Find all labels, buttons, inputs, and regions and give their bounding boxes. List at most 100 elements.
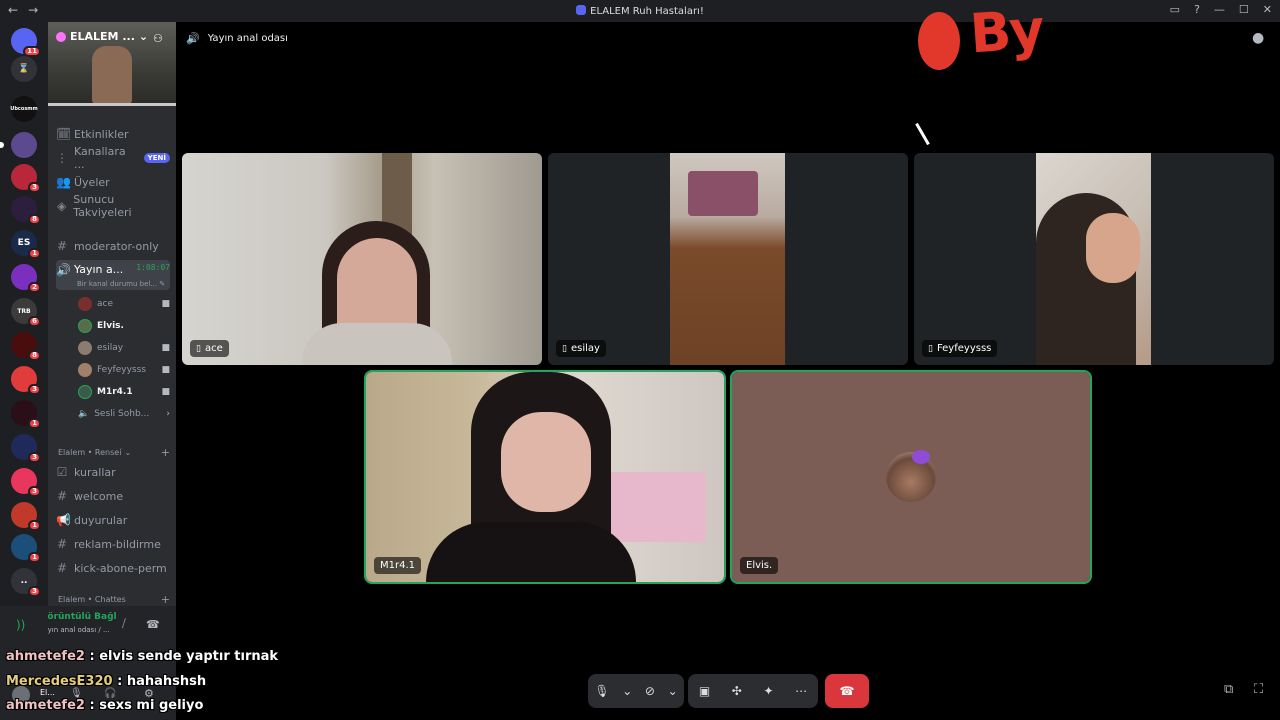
soundboard-icon[interactable]: ✦ <box>763 684 773 698</box>
channel-label: kick-abone-perm <box>74 561 167 575</box>
channel-kick-abone-perm[interactable]: # kick-abone-perm <box>56 558 170 578</box>
activity-control-group: ▣ ✣ ✦ ⋯ <box>688 674 818 708</box>
server-badge: 3 <box>28 452 41 463</box>
server-label: ⌛ <box>18 64 30 74</box>
avatar <box>886 450 936 502</box>
server-icon[interactable]: .. 3 <box>11 568 41 597</box>
channel-kurallar[interactable]: ☑ kurallar <box>56 462 170 482</box>
more-icon[interactable]: ⋯ <box>795 684 807 698</box>
server-icon[interactable]: 1 <box>11 502 41 531</box>
speaker-icon: 🔊 <box>56 263 71 277</box>
channel-label: kurallar <box>74 465 116 479</box>
tile-name: Elvis. <box>746 560 773 571</box>
server-icon[interactable]: 3 <box>11 164 41 193</box>
video-tile-m1r4[interactable]: M1r4.1 <box>364 370 726 584</box>
voice-member[interactable]: Feyfeyysss ■ <box>78 360 170 380</box>
video-person-face <box>1086 213 1140 283</box>
sidebar-item-server-boosts[interactable]: ◈ Sunucu Takviyeleri <box>56 193 170 219</box>
disconnect-button[interactable]: ☎ <box>825 674 869 708</box>
category-label: Elalem • Renseí <box>58 447 122 457</box>
voice-channel-status[interactable]: Bir kanal durumu bel... ✎ <box>77 280 169 288</box>
chat-bubble-icon[interactable]: ● <box>1252 30 1264 46</box>
server-icon[interactable]: 1 <box>11 534 41 563</box>
noise-suppression-icon[interactable]: ⧸ <box>122 617 126 631</box>
invite-icon[interactable]: ⚇ <box>153 32 163 45</box>
camera-off-icon[interactable]: ⊘ <box>645 684 655 698</box>
server-badge: 1 <box>28 248 41 259</box>
voice-member[interactable]: ace ■ <box>78 294 170 314</box>
video-tile-esilay[interactable]: ▯ esilay <box>548 153 908 365</box>
server-badge: 1 <box>28 552 41 563</box>
server-icon[interactable]: 2 <box>11 264 41 293</box>
channel-label: duyurular <box>74 513 128 527</box>
channel-duyurular[interactable]: 📢 duyurular <box>56 510 170 530</box>
channel-welcome[interactable]: # welcome <box>56 486 170 506</box>
window-title-text: ELALEM Ruh Hastaları! <box>590 6 704 17</box>
avatar <box>78 363 92 377</box>
server-badge: 1 <box>28 418 41 429</box>
member-name: Feyfeyysss <box>97 365 146 375</box>
channel-moderator-only[interactable]: # moderator-only <box>56 236 170 256</box>
server-name-header[interactable]: ELALEM ... ⌄ <box>56 30 148 43</box>
maximize-button[interactable]: ☐ <box>1239 3 1249 16</box>
sidebar-item-browse-channels[interactable]: ⋮ Kanallara ... YENİ <box>56 145 170 171</box>
server-icon[interactable]: ES 1 <box>11 230 41 259</box>
disconnect-icon[interactable]: ☎ <box>146 618 160 631</box>
chevron-down-icon[interactable]: ⌄ <box>668 684 678 698</box>
fullscreen-icon[interactable]: ⛶ <box>1254 682 1263 697</box>
camera-icon: ■ <box>161 387 170 397</box>
voice-connected-title[interactable]: Görüntülü Bağl <box>40 612 117 622</box>
tile-name-label: ▯ ace <box>190 340 229 357</box>
add-channel-button[interactable]: + <box>161 593 170 606</box>
inbox-icon[interactable]: ▭ <box>1170 3 1180 16</box>
voice-sub-channel[interactable]: 🔈 Sesli Sohb... › <box>78 404 170 424</box>
server-icon[interactable] <box>0 132 37 158</box>
server-badge: 8 <box>28 214 41 225</box>
server-icon[interactable]: 1 <box>11 400 41 429</box>
server-icon[interactable]: TRB 6 <box>11 298 41 327</box>
mic-icon[interactable]: 🎙 <box>594 684 609 698</box>
channel-reklam-bildirme[interactable]: # reklam-bildirme <box>56 534 170 554</box>
channel-label: reklam-bildirme <box>74 537 161 551</box>
popout-icon[interactable]: ⧉ <box>1224 682 1233 697</box>
tile-name: Feyfeyysss <box>936 343 992 354</box>
new-badge: YENİ <box>143 153 170 163</box>
chevron-down-icon[interactable]: ⌄ <box>622 684 632 698</box>
server-icon[interactable]: 3 <box>11 468 41 497</box>
category-elalem-chattes[interactable]: Elalem • Chattes + <box>58 592 170 606</box>
video-person-body <box>302 323 452 365</box>
sidebar-item-events[interactable]: 🗓 Etkinlikler <box>56 124 170 144</box>
member-name: ace <box>97 299 114 309</box>
sidebar-item-members[interactable]: 👥 Üyeler <box>56 172 170 192</box>
server-icon[interactable]: Ubcosmm <box>10 96 38 122</box>
category-elalem-rensei[interactable]: Elalem • Renseí ⌄ + <box>58 445 170 459</box>
video-object <box>688 171 758 216</box>
video-tile-elvis[interactable]: Elvis. <box>730 370 1092 584</box>
discord-home-icon[interactable]: 11 <box>11 28 41 57</box>
video-tile-feyfeyysss[interactable]: ▯ Feyfeyysss <box>914 153 1274 365</box>
member-name: M1r4.1 <box>97 387 133 397</box>
server-label: TRB <box>17 307 31 315</box>
server-icon[interactable]: 3 <box>11 366 41 395</box>
voice-member[interactable]: M1r4.1 ■ <box>78 382 170 402</box>
channel-label: welcome <box>74 489 124 503</box>
camera-icon: ■ <box>161 299 170 309</box>
server-icon[interactable]: 8 <box>11 196 41 225</box>
hourglass-icon[interactable]: ⌛ <box>11 56 37 82</box>
activities-icon[interactable]: ✣ <box>732 684 742 698</box>
voice-member[interactable]: esilay ■ <box>78 338 170 358</box>
minimize-button[interactable]: — <box>1214 3 1225 16</box>
add-channel-button[interactable]: + <box>161 446 170 459</box>
banner-stripe <box>48 103 176 106</box>
server-icon[interactable]: 8 <box>11 332 41 361</box>
server-icon[interactable]: 3 <box>11 434 41 463</box>
video-tile-ace[interactable]: ▯ ace <box>182 153 542 365</box>
speaker-icon: 🔊 <box>186 32 200 45</box>
screen-share-icon[interactable]: ▣ <box>699 684 710 698</box>
camera-icon: ■ <box>161 365 170 375</box>
close-button[interactable]: ✕ <box>1263 3 1272 16</box>
help-icon[interactable]: ? <box>1194 3 1200 16</box>
voice-member[interactable]: Elvis. <box>78 316 170 336</box>
voice-connected-subtitle[interactable]: Yayın anal odası / ... <box>40 626 110 634</box>
voice-sub-label: Sesli Sohb... <box>94 409 150 419</box>
